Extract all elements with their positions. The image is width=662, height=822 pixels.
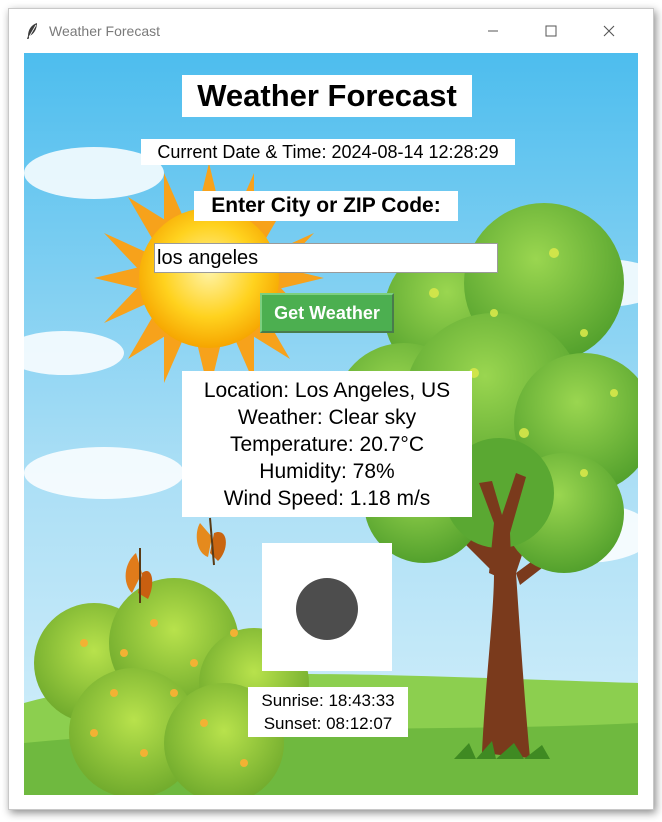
get-weather-button[interactable]: Get Weather [260, 293, 394, 333]
app-window: Weather Forecast Weather Forecast Curren… [8, 8, 654, 810]
close-icon [603, 25, 615, 37]
temperature-text: Temperature: 20.7°C [230, 433, 424, 456]
window-title: Weather Forecast [49, 23, 161, 39]
current-datetime: Current Date & Time: 2024-08-14 12:28:29 [141, 139, 515, 165]
maximize-icon [545, 25, 557, 37]
feather-icon [27, 23, 37, 39]
sunset-text: Sunset: 08:12:07 [263, 714, 393, 733]
weather-app-canvas: Weather Forecast Current Date & Time: 20… [24, 53, 638, 795]
close-button[interactable] [589, 17, 629, 45]
humidity-text: Humidity: 78% [259, 460, 395, 483]
city-prompt-label: Enter City or ZIP Code: [194, 191, 458, 221]
location-text: Location: Los Angeles, US [203, 379, 451, 402]
maximize-button[interactable] [531, 17, 571, 45]
minimize-icon [488, 30, 498, 32]
weather-result-panel: Location: Los Angeles, US Weather: Clear… [182, 371, 472, 517]
sunrise-text: Sunrise: 18:43:33 [261, 691, 395, 710]
minimize-button[interactable] [473, 17, 513, 45]
sun-times-panel: Sunrise: 18:43:33 Sunset: 08:12:07 [248, 687, 408, 737]
wind-speed-text: Wind Speed: 1.18 m/s [223, 487, 431, 510]
weather-icon-panel [262, 543, 392, 671]
app-title: Weather Forecast [182, 75, 472, 117]
title-bar[interactable]: Weather Forecast [9, 9, 653, 53]
clear-sky-icon [296, 578, 358, 640]
weather-text: Weather: Clear sky [237, 406, 417, 429]
city-input[interactable] [154, 243, 498, 273]
